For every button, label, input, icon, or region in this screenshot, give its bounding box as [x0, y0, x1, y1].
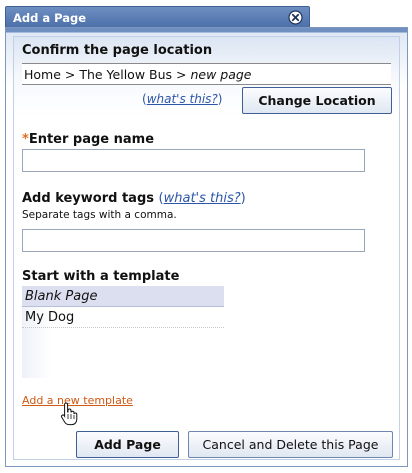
keywords-whats-this: (what's this?): [158, 191, 246, 206]
keywords-label-text: Add keyword tags: [22, 191, 154, 206]
location-heading: Confirm the page location: [22, 43, 213, 58]
template-list[interactable]: Blank Page My Dog: [22, 286, 224, 378]
keywords-whats-this-link[interactable]: what's this?: [164, 191, 241, 206]
location-whats-this-link[interactable]: what's this?: [147, 92, 218, 106]
location-path: Home > The Yellow Bus > new page: [22, 63, 391, 85]
page-name-input[interactable]: [22, 149, 365, 172]
location-whats-this: (what's this?): [142, 92, 223, 106]
location-path-current: new page: [190, 67, 252, 82]
template-item-my-dog[interactable]: My Dog: [22, 307, 224, 328]
cancel-delete-button[interactable]: Cancel and Delete this Page: [188, 431, 393, 458]
add-page-dialog: Add a Page Confirm the page location Hom…: [0, 0, 412, 473]
page-name-label-text: Enter page name: [28, 132, 155, 147]
hand-pointer-icon: [61, 402, 78, 426]
dialog-titlebar: Add a Page: [5, 6, 310, 28]
required-marker: *: [22, 132, 29, 147]
location-path-prefix: Home > The Yellow Bus >: [24, 67, 191, 82]
template-label: Start with a template: [22, 269, 180, 284]
template-item-blank-page[interactable]: Blank Page: [22, 286, 224, 307]
dialog-title: Add a Page: [13, 11, 87, 25]
add-page-button[interactable]: Add Page: [76, 431, 179, 458]
change-location-button[interactable]: Change Location: [242, 87, 392, 114]
keywords-hint: Separate tags with a comma.: [22, 209, 177, 221]
page-name-label: *Enter page name: [22, 132, 154, 147]
close-icon[interactable]: [288, 10, 303, 25]
keywords-input[interactable]: [22, 229, 365, 252]
keywords-label: Add keyword tags (what's this?): [22, 191, 246, 206]
